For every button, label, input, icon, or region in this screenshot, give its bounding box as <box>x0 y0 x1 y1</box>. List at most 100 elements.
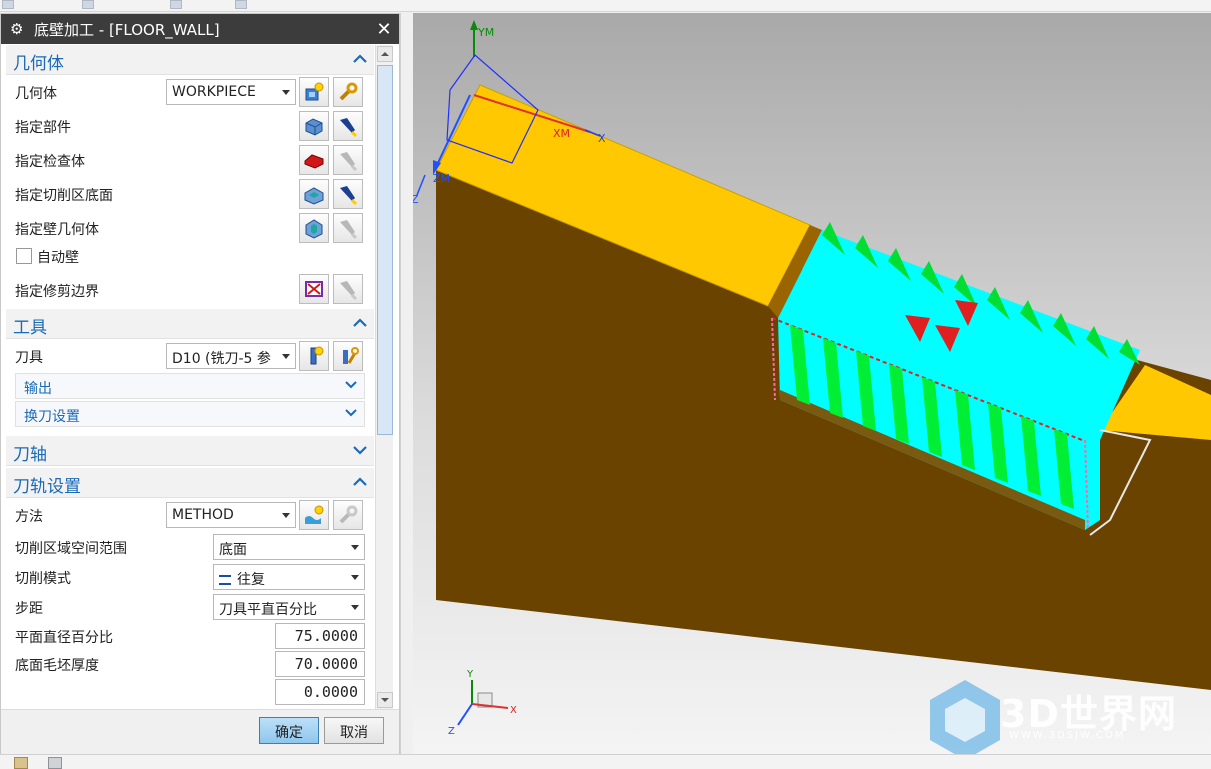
floor-face-icon <box>304 187 324 205</box>
dropdown-arrow-icon <box>282 513 290 518</box>
row-specify-check: 指定检查体 <box>6 143 374 177</box>
display-trim-button[interactable] <box>333 274 363 304</box>
triad-z-label: Z <box>448 726 455 737</box>
specify-floor-label: 指定切削区底面 <box>15 188 113 204</box>
section-title: 刀轴 <box>13 445 47 465</box>
edit-tool-button[interactable] <box>333 341 363 371</box>
toolbar-button[interactable] <box>82 0 94 9</box>
section-title: 工具 <box>13 318 47 338</box>
dropdown-arrow-icon <box>351 605 359 610</box>
toolbar-button[interactable] <box>170 0 182 9</box>
auto-wall-label: 自动壁 <box>37 250 79 266</box>
gear-icon: ⚙ <box>10 20 24 38</box>
row-specify-trim: 指定修剪边界 <box>6 271 374 307</box>
auto-wall-checkbox[interactable] <box>16 248 32 264</box>
triad-x-label: X <box>510 705 517 716</box>
flashlight-icon <box>340 118 358 137</box>
cut-region-value: 底面 <box>219 542 247 558</box>
section-path-header[interactable]: 刀轨设置 <box>6 468 374 498</box>
part-icon <box>305 118 323 136</box>
specify-wall-label: 指定壁几何体 <box>15 222 99 238</box>
wrench-disabled-icon <box>339 505 358 524</box>
chevron-up-icon <box>353 54 367 63</box>
stepover-value: 刀具平直百分比 <box>219 602 317 618</box>
row-auto-wall: 自动壁 <box>6 245 374 271</box>
new-tool-button[interactable] <box>299 341 329 371</box>
specify-check-label: 指定检查体 <box>15 154 85 170</box>
tool-value: D10 (铣刀-5 参 <box>172 351 271 367</box>
row-floor-blank: 底面毛坯厚度 70.0000 <box>6 650 374 678</box>
wcs-z-label: ZM <box>433 172 450 185</box>
scroll-up-button[interactable] <box>377 46 393 62</box>
row-tool: 刀具 D10 (铣刀-5 参 <box>6 339 374 373</box>
display-check-button[interactable] <box>333 145 363 175</box>
section-tool-header[interactable]: 工具 <box>6 309 374 339</box>
method-label: 方法 <box>15 509 43 525</box>
cut-pattern-label: 切削模式 <box>15 571 71 587</box>
cut-pattern-select[interactable]: 往复 <box>213 564 365 590</box>
toolbar-button[interactable] <box>2 0 14 9</box>
chevron-up-icon <box>353 477 367 486</box>
floor-blank-input[interactable]: 70.0000 <box>275 651 365 677</box>
ok-button[interactable]: 确定 <box>259 717 319 744</box>
display-part-button[interactable] <box>333 111 363 141</box>
method-value: METHOD <box>172 507 234 523</box>
section-geometry-header[interactable]: 几何体 <box>6 45 374 75</box>
output-label: 输出 <box>24 381 52 397</box>
flat-diameter-label: 平面直径百分比 <box>15 630 113 646</box>
select-trim-button[interactable] <box>299 274 329 304</box>
axis-z-label: Z <box>413 193 419 206</box>
toolbar-button[interactable] <box>235 0 247 9</box>
cut-region-label: 切削区域空间范围 <box>15 541 127 557</box>
select-part-button[interactable] <box>299 111 329 141</box>
stepover-label: 步距 <box>15 601 43 617</box>
section-title: 几何体 <box>13 54 64 74</box>
tool-select[interactable]: D10 (铣刀-5 参 <box>166 343 296 369</box>
graphics-viewport[interactable]: YM XM X ZM Z Y X Z 3D世界网 WWW.3DSJW.COM <box>413 13 1211 754</box>
status-icon[interactable] <box>14 757 28 769</box>
check-body-icon <box>304 154 324 169</box>
scroll-down-button[interactable] <box>377 692 393 708</box>
close-icon[interactable]: ✕ <box>369 19 399 40</box>
partial-input[interactable]: 0.0000 <box>275 679 365 705</box>
tool-change-subsection[interactable]: 换刀设置 <box>15 401 365 427</box>
stepover-select[interactable]: 刀具平直百分比 <box>213 594 365 620</box>
row-specify-part: 指定部件 <box>6 109 374 143</box>
edit-geometry-button[interactable] <box>333 77 363 107</box>
scroll-thumb[interactable] <box>377 65 393 435</box>
wcs-x-label: XM <box>553 127 570 140</box>
select-wall-button[interactable] <box>299 213 329 243</box>
row-cut-pattern: 切削模式 往复 <box>6 562 374 592</box>
trim-boundary-icon <box>305 281 323 297</box>
row-method: 方法 METHOD <box>6 498 374 532</box>
row-cut-region: 切削区域空间范围 底面 <box>6 532 374 562</box>
display-floor-button[interactable] <box>333 179 363 209</box>
dropdown-arrow-icon <box>282 354 290 359</box>
flat-diameter-input[interactable]: 75.0000 <box>275 623 365 649</box>
new-method-icon <box>305 505 324 524</box>
method-select[interactable]: METHOD <box>166 502 296 528</box>
chevron-down-icon <box>353 446 367 455</box>
display-wall-button[interactable] <box>333 213 363 243</box>
geometry-select[interactable]: WORKPIECE <box>166 79 296 105</box>
output-subsection[interactable]: 输出 <box>15 373 365 399</box>
edit-method-button[interactable] <box>333 500 363 530</box>
cancel-button[interactable]: 取消 <box>324 717 384 744</box>
select-floor-button[interactable] <box>299 179 329 209</box>
flashlight-disabled-icon <box>340 281 358 300</box>
dropdown-arrow-icon <box>351 545 359 550</box>
dialog-scrollbar[interactable] <box>375 45 393 709</box>
chevron-down-icon <box>345 381 357 389</box>
section-axis-header[interactable]: 刀轴 <box>6 436 374 466</box>
new-method-button[interactable] <box>299 500 329 530</box>
select-check-button[interactable] <box>299 145 329 175</box>
status-icon[interactable] <box>48 757 62 769</box>
chevron-down-icon <box>345 409 357 417</box>
tool-label: 刀具 <box>15 350 43 366</box>
floor-blank-label: 底面毛坯厚度 <box>15 658 99 674</box>
new-tool-icon <box>310 346 324 365</box>
dropdown-arrow-icon <box>351 575 359 580</box>
panel-splitter[interactable] <box>400 13 413 754</box>
new-geometry-button[interactable] <box>299 77 329 107</box>
cut-region-select[interactable]: 底面 <box>213 534 365 560</box>
